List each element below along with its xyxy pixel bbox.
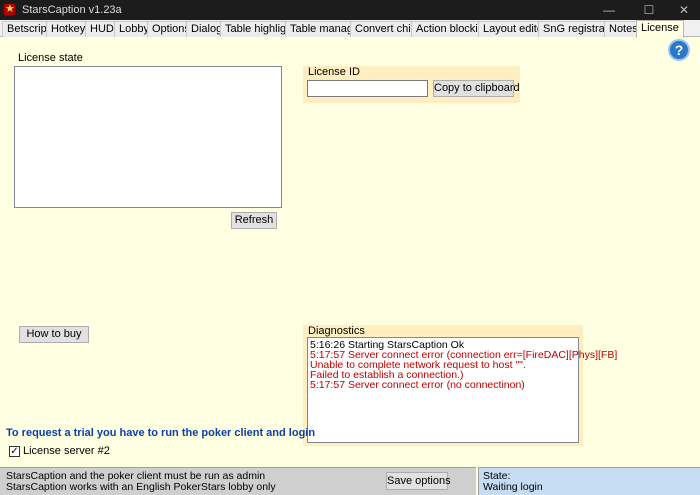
window-title: StarsCaption v1.23a <box>22 4 122 16</box>
status-bar: StarsCaption and the poker client must b… <box>0 467 476 495</box>
license-state-label: License state <box>18 52 83 64</box>
copy-to-clipboard-button[interactable]: Copy to clipboard <box>433 80 520 97</box>
state-panel: State: Waiting login <box>478 467 700 495</box>
refresh-button[interactable]: Refresh <box>231 212 277 229</box>
diagnostics-log[interactable]: 5:16:26 Starting StarsCaption Ok 5:17:57… <box>307 337 617 443</box>
license-id-panel: License ID Copy to clipboard <box>303 66 520 103</box>
diagnostics-panel: Diagnostics 5:16:26 Starting StarsCaptio… <box>303 325 617 446</box>
status-lobby-note: StarsCaption works with an English Poker… <box>6 481 276 493</box>
tab-strip: Betscript Hotkeys HUD Lobby Options Dial… <box>0 20 700 38</box>
trial-notice: To request a trial you have to run the p… <box>6 427 316 439</box>
license-state-box <box>14 66 282 208</box>
diagnostics-label: Diagnostics <box>308 325 365 337</box>
how-to-buy-button[interactable]: How to buy <box>19 326 89 343</box>
maximize-button[interactable]: ☐ <box>634 0 664 20</box>
log-line: 5:17:57 Server connect error (no connect… <box>310 379 525 391</box>
save-options-button[interactable]: Save options <box>386 472 451 490</box>
tab-license[interactable]: License <box>636 20 684 38</box>
minimize-button[interactable]: — <box>594 0 624 20</box>
help-icon[interactable]: ? <box>668 39 690 61</box>
app-logo-icon <box>3 2 16 16</box>
license-server-label: License server #2 <box>23 445 110 457</box>
title-bar: StarsCaption v1.23a — ☐ ✕ <box>0 0 700 20</box>
license-id-field[interactable] <box>307 80 428 97</box>
license-server-checkbox[interactable]: ✓ <box>9 446 20 457</box>
state-value: Waiting login <box>483 481 543 493</box>
license-id-label: License ID <box>308 66 360 78</box>
close-button[interactable]: ✕ <box>669 0 699 20</box>
